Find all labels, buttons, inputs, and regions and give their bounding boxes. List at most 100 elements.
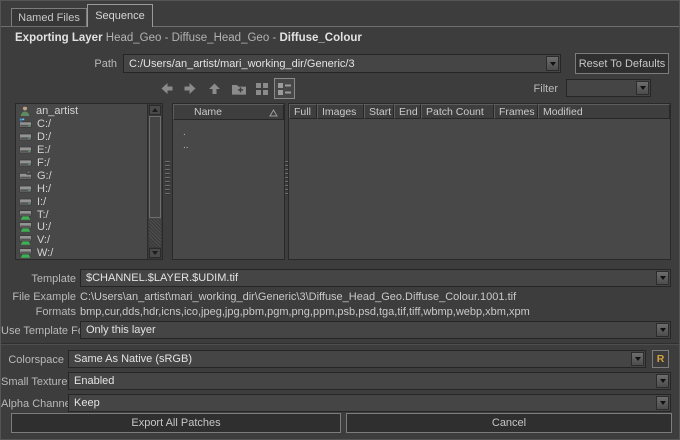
list-item[interactable]: C:/ xyxy=(16,118,146,131)
drive-icon xyxy=(19,144,32,156)
user-icon xyxy=(19,105,31,117)
directory-panel: Name . .. xyxy=(172,103,285,260)
list-item[interactable]: G:/ xyxy=(16,169,146,182)
shared-drive-icon xyxy=(19,170,32,182)
chevron-down-icon[interactable] xyxy=(636,81,649,95)
list-item[interactable]: W:/ xyxy=(16,247,146,260)
alpha-channels-combobox[interactable]: Keep xyxy=(68,394,671,412)
place-label: an_artist xyxy=(36,105,78,117)
use-template-for-combobox[interactable]: Only this layer xyxy=(80,321,671,339)
chevron-down-icon[interactable] xyxy=(546,56,559,71)
cancel-button[interactable]: Cancel xyxy=(346,413,672,433)
list-item[interactable]: T:/ xyxy=(16,208,146,221)
places-scrollbar[interactable] xyxy=(147,104,162,259)
template-label: Template xyxy=(1,273,76,285)
sequence-table-body xyxy=(289,120,670,259)
column-header-full[interactable]: Full xyxy=(289,104,317,119)
places-list: an_artist C:/ D:/ E:/ F:/ G:/ xyxy=(16,105,146,260)
column-header-end[interactable]: End xyxy=(394,104,421,119)
place-label: W:/ xyxy=(37,247,53,259)
file-example-value: C:\Users\an_artist\mari_working_dir\Gene… xyxy=(80,291,516,303)
column-header-images[interactable]: Images xyxy=(317,104,364,119)
path-label: Path xyxy=(1,58,117,70)
small-textures-combobox[interactable]: Enabled xyxy=(68,372,671,390)
exporting-layer-row: Exporting Layer Head_Geo - Diffuse_Head_… xyxy=(15,32,362,44)
new-folder-icon[interactable] xyxy=(230,80,247,97)
formats-label: Formats xyxy=(1,306,76,318)
detail-view-icon[interactable] xyxy=(274,78,295,99)
export-all-patches-button[interactable]: Export All Patches xyxy=(11,413,341,433)
splitter-handle[interactable] xyxy=(165,161,170,197)
colorspace-reset-button[interactable]: R xyxy=(652,350,669,368)
place-label: T:/ xyxy=(37,209,49,221)
column-header-modified[interactable]: Modified xyxy=(538,104,670,119)
list-item[interactable]: V:/ xyxy=(16,234,146,247)
column-header-patch-count[interactable]: Patch Count xyxy=(421,104,494,119)
template-value: $CHANNEL.$LAYER.$UDIM.tif xyxy=(86,272,238,284)
drive-icon xyxy=(19,131,32,143)
network-drive-icon xyxy=(19,234,32,246)
name-column-header[interactable]: Name xyxy=(173,104,284,120)
small-textures-label: Small Textures xyxy=(1,376,64,388)
chevron-down-icon[interactable] xyxy=(656,374,669,388)
chevron-down-icon[interactable] xyxy=(656,323,669,337)
place-label: G:/ xyxy=(37,170,52,182)
places-panel: an_artist C:/ D:/ E:/ F:/ G:/ xyxy=(15,103,163,260)
system-drive-icon xyxy=(19,118,32,130)
colorspace-combobox[interactable]: Same As Native (sRGB) xyxy=(68,350,646,368)
list-item[interactable]: U:/ xyxy=(16,221,146,234)
filter-label: Filter xyxy=(481,83,558,95)
use-template-for-value: Only this layer xyxy=(86,324,156,336)
list-item[interactable]: . xyxy=(173,126,284,139)
place-label: E:/ xyxy=(37,144,50,156)
chevron-down-icon[interactable] xyxy=(656,271,669,285)
up-icon[interactable] xyxy=(206,80,223,97)
exporting-layer-channel: Diffuse_Colour xyxy=(279,32,361,44)
filter-combobox[interactable] xyxy=(566,79,651,97)
sequence-table-header-row: Full Images Start End Patch Count Frames… xyxy=(289,104,670,120)
alpha-channels-value: Keep xyxy=(74,397,100,409)
section-divider xyxy=(1,343,680,345)
list-item[interactable]: an_artist xyxy=(16,105,146,118)
back-icon[interactable] xyxy=(158,80,175,97)
template-combobox[interactable]: $CHANNEL.$LAYER.$UDIM.tif xyxy=(80,269,671,287)
drive-icon xyxy=(19,157,32,169)
place-label: I:/ xyxy=(37,196,46,208)
reset-to-defaults-button[interactable]: Reset To Defaults xyxy=(575,53,669,74)
list-item[interactable]: E:/ xyxy=(16,144,146,157)
path-combobox[interactable]: C:/Users/an_artist/mari_working_dir/Gene… xyxy=(123,54,561,73)
place-label: V:/ xyxy=(37,234,50,246)
scroll-up-icon[interactable] xyxy=(149,105,161,115)
scroll-down-icon[interactable] xyxy=(149,248,161,258)
place-label: H:/ xyxy=(37,183,51,195)
list-item[interactable]: I:/ xyxy=(16,195,146,208)
drive-icon xyxy=(19,183,32,195)
column-header-start[interactable]: Start xyxy=(364,104,394,119)
list-item[interactable]: .. xyxy=(173,139,284,152)
place-label: C:/ xyxy=(37,118,51,130)
file-example-label: File Example xyxy=(1,291,76,303)
path-value: C:/Users/an_artist/mari_working_dir/Gene… xyxy=(129,58,355,70)
network-drive-icon xyxy=(19,209,32,221)
grid-view-icon[interactable] xyxy=(253,80,270,97)
use-template-for-label: Use Template For xyxy=(1,325,76,337)
exporting-layer-path: Head_Geo - Diffuse_Head_Geo - xyxy=(106,32,280,44)
list-item[interactable]: F:/ xyxy=(16,157,146,170)
list-item[interactable]: D:/ xyxy=(16,131,146,144)
formats-value: bmp,cur,dds,hdr,icns,ico,jpeg,jpg,pbm,pg… xyxy=(80,306,530,318)
tab-named-files[interactable]: Named Files xyxy=(11,8,87,26)
chevron-down-icon[interactable] xyxy=(631,352,644,366)
colorspace-label: Colorspace xyxy=(1,354,64,366)
place-label: D:/ xyxy=(37,131,51,143)
tab-sequence[interactable]: Sequence xyxy=(87,4,153,27)
column-header-frames[interactable]: Frames xyxy=(494,104,538,119)
alpha-channels-label: Alpha Channels xyxy=(1,398,64,410)
list-item[interactable]: H:/ xyxy=(16,182,146,195)
network-drive-icon xyxy=(19,221,32,233)
place-label: F:/ xyxy=(37,157,50,169)
forward-icon[interactable] xyxy=(182,80,199,97)
exporting-layer-label: Exporting Layer xyxy=(15,32,103,44)
place-label: U:/ xyxy=(37,221,51,233)
scrollbar-thumb[interactable] xyxy=(149,116,161,218)
chevron-down-icon[interactable] xyxy=(656,396,669,410)
